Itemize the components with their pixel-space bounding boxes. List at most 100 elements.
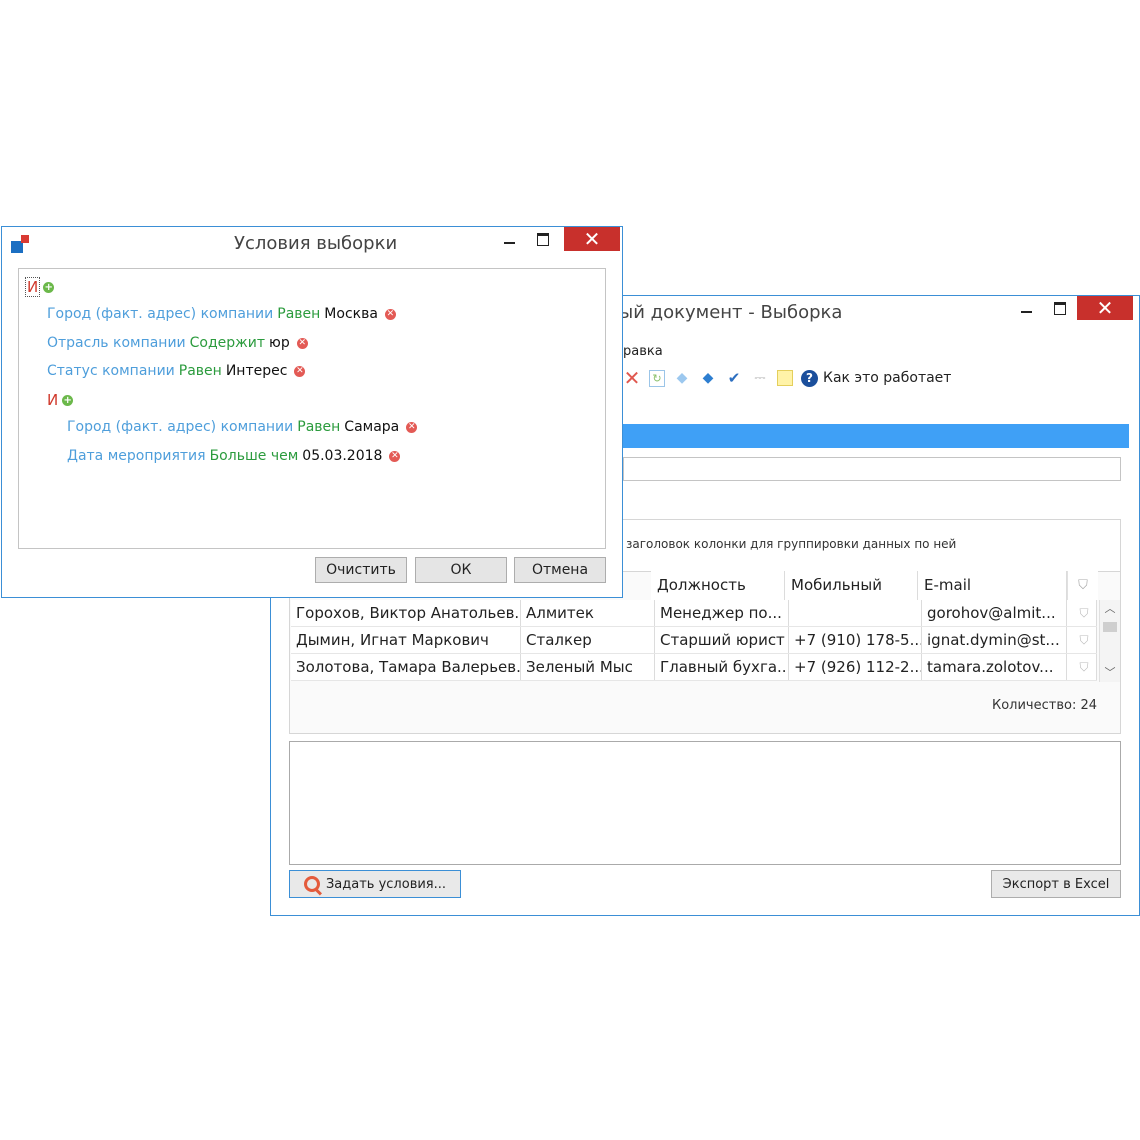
notes-area[interactable] — [289, 741, 1121, 865]
condition-operator[interactable]: Равен — [297, 419, 340, 435]
condition-field[interactable]: Статус компании — [47, 363, 175, 379]
window-title: ый документ - Выборка — [619, 302, 843, 323]
cancel-button[interactable]: Отмена — [514, 557, 606, 583]
cell-email: gorohov@almit... — [922, 600, 1067, 626]
condition-operator[interactable]: Равен — [277, 306, 320, 322]
condition-field[interactable]: Дата мероприятия — [67, 448, 206, 464]
maximize-icon — [537, 232, 549, 246]
scroll-up-icon[interactable]: ︿ — [1100, 602, 1120, 616]
condition-row[interactable]: Город (факт. адрес) компании Равен Москв… — [47, 306, 396, 322]
note-icon[interactable] — [777, 370, 793, 386]
cell-company: Зеленый Мыс — [521, 654, 655, 680]
condition-field[interactable]: Город (факт. адрес) компании — [47, 306, 273, 322]
column-header-position[interactable]: Должность — [651, 571, 785, 600]
menu-item-edit[interactable]: равка — [623, 344, 663, 359]
grid-header: Должность Мобильный E-mail — [651, 571, 1067, 600]
column-header-mobile[interactable]: Мобильный — [785, 571, 918, 600]
record-count: Количество: 24 — [991, 698, 1097, 713]
delete-icon[interactable]: ✕ — [623, 366, 641, 390]
cell-email: ignat.dymin@st... — [922, 627, 1067, 653]
root-group: И + — [24, 277, 55, 297]
selection-conditions-dialog: Условия выборки ✕ И + Город (факт. адрес… — [1, 226, 623, 598]
cell-contact: Дымин, Игнат Маркович — [291, 627, 521, 653]
condition-operator[interactable]: Больше чем — [210, 448, 299, 464]
export-excel-button[interactable]: Экспорт в Excel — [991, 870, 1121, 898]
close-icon: ✕ — [1096, 296, 1114, 320]
condition-field[interactable]: Город (факт. адрес) компании — [67, 419, 293, 435]
condition-value[interactable]: 05.03.2018 — [302, 448, 382, 464]
search-icon — [303, 876, 320, 892]
minimize-button[interactable] — [1011, 296, 1041, 320]
condition-operator[interactable]: Равен — [179, 363, 222, 379]
help-icon: ? — [801, 369, 818, 387]
help-button[interactable]: ? Как это работает — [801, 369, 952, 387]
close-button[interactable]: ✕ — [564, 227, 620, 251]
set-conditions-label: Задать условия... — [325, 876, 447, 892]
remove-icon[interactable]: ✕ — [384, 308, 396, 320]
remove-icon[interactable]: ✕ — [389, 450, 401, 462]
cell-email: tamara.zolotov... — [922, 654, 1067, 680]
cell-mobile: +7 (910) 178-5... — [789, 627, 922, 653]
filter-icon: ⛉ — [1067, 627, 1097, 653]
filter-input[interactable] — [623, 457, 1121, 481]
condition-field[interactable]: Отрасль компании — [47, 335, 186, 351]
cell-position: Старший юрист — [655, 627, 789, 653]
spellcheck-icon[interactable]: ✔ — [725, 369, 743, 387]
cell-position: Главный бухга... — [655, 654, 789, 680]
cell-mobile — [789, 600, 922, 626]
minimize-icon — [1020, 311, 1032, 313]
minimize-button[interactable] — [494, 227, 524, 251]
root-operator[interactable]: И — [24, 277, 41, 297]
condition-value[interactable]: Москва — [324, 306, 378, 322]
arrow-up-icon[interactable]: ◆ — [673, 369, 691, 387]
maximize-button[interactable] — [528, 227, 558, 251]
cell-position: Менеджер по... — [655, 600, 789, 626]
remove-icon[interactable]: ✕ — [406, 421, 418, 433]
refresh-icon[interactable]: ↻ — [649, 369, 665, 387]
remove-icon[interactable]: ✕ — [294, 365, 306, 377]
cell-contact: Горохов, Виктор Анатольев... — [291, 600, 521, 626]
clear-button[interactable]: Очистить — [315, 557, 407, 583]
selection-bar — [623, 424, 1129, 448]
remove-icon[interactable]: ✕ — [296, 337, 308, 349]
column-header-email[interactable]: E-mail — [918, 571, 1067, 600]
arrow-down-icon[interactable]: ◆ — [699, 369, 717, 387]
close-icon: ✕ — [583, 227, 601, 251]
condition-row[interactable]: Статус компании Равен Интерес ✕ — [47, 363, 306, 379]
dialog-title-bar: Условия выборки ✕ — [2, 227, 622, 261]
table-row[interactable]: Горохов, Виктор Анатольев... Алмитек Мен… — [291, 600, 1097, 627]
table-row[interactable]: Дымин, Игнат Маркович Сталкер Старший юр… — [291, 627, 1097, 654]
condition-row[interactable]: Дата мероприятия Больше чем 05.03.2018 ✕ — [67, 448, 401, 464]
app-logo-icon — [11, 235, 31, 255]
close-button[interactable]: ✕ — [1077, 296, 1133, 320]
sub-operator[interactable]: И — [47, 391, 58, 409]
cell-company: Сталкер — [521, 627, 655, 653]
scroll-thumb[interactable] — [1103, 622, 1117, 632]
ok-button[interactable]: ОК — [415, 557, 507, 583]
grid-rows: Горохов, Виктор Анатольев... Алмитек Мен… — [291, 600, 1097, 681]
toolbar: ✕ ↻ ◆ ◆ ✔ ⎓ ? Как это работает — [623, 366, 952, 390]
set-conditions-button[interactable]: Задать условия... — [289, 870, 461, 898]
maximize-button[interactable] — [1045, 296, 1075, 320]
filter-icon[interactable]: ⛉ — [1067, 571, 1098, 600]
dialog-title: Условия выборки — [234, 233, 398, 254]
add-icon[interactable]: + — [62, 394, 74, 406]
condition-value[interactable]: Самара — [344, 419, 399, 435]
add-icon[interactable]: + — [43, 281, 55, 293]
scroll-down-icon[interactable]: ﹀ — [1100, 666, 1120, 680]
cell-company: Алмитек — [521, 600, 655, 626]
group-hint: заголовок колонки для группировки данных… — [626, 537, 957, 551]
condition-value[interactable]: юр — [269, 335, 290, 351]
condition-value[interactable]: Интерес — [226, 363, 288, 379]
condition-row[interactable]: Отрасль компании Содержит юр ✕ — [47, 335, 308, 351]
cell-mobile: +7 (926) 112-2... — [789, 654, 922, 680]
filter-icon: ⛉ — [1067, 600, 1097, 626]
sub-group: И + — [47, 391, 74, 409]
help-label: Как это работает — [823, 370, 952, 386]
attach-icon[interactable]: ⎓ — [751, 369, 769, 387]
cell-contact: Золотова, Тамара Валерьев... — [291, 654, 521, 680]
condition-row[interactable]: Город (факт. адрес) компании Равен Самар… — [67, 419, 418, 435]
vertical-scrollbar[interactable]: ︿ ﹀ — [1099, 600, 1120, 682]
condition-operator[interactable]: Содержит — [190, 335, 265, 351]
table-row[interactable]: Золотова, Тамара Валерьев... Зеленый Мыс… — [291, 654, 1097, 681]
